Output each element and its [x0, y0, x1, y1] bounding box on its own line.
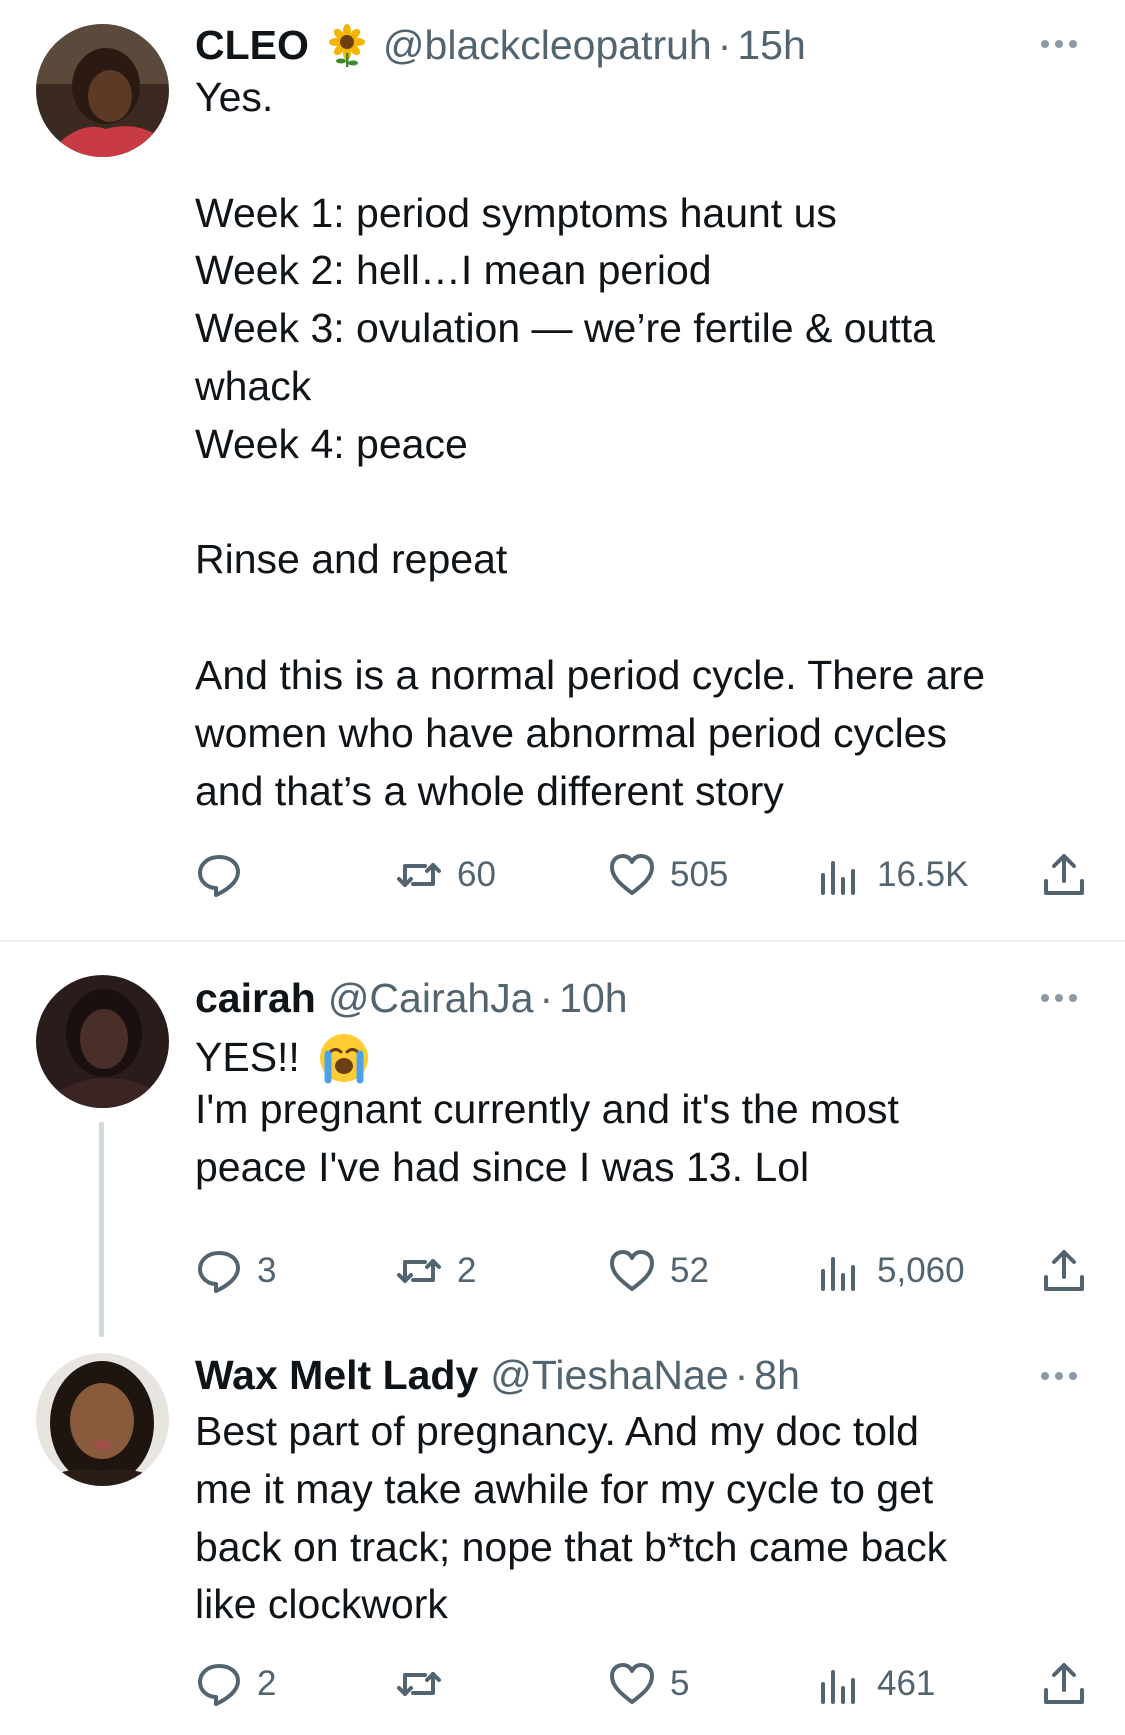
- retweet-icon: [397, 1259, 441, 1283]
- avatar-image: [36, 24, 169, 157]
- like-button[interactable]: 52: [608, 1246, 709, 1296]
- display-name[interactable]: Wax Melt Lady: [195, 1350, 478, 1400]
- timestamp[interactable]: 15h: [737, 20, 805, 70]
- reply-count: 3: [257, 1251, 277, 1290]
- view-count: 461: [877, 1664, 936, 1703]
- avatar-image: [36, 1353, 169, 1486]
- like-button[interactable]: 5: [608, 1659, 689, 1709]
- like-count: 505: [670, 855, 729, 894]
- view-count: 5,060: [877, 1251, 965, 1290]
- tweet-header: cairah @CairahJa · 10h: [195, 973, 628, 1023]
- retweet-button[interactable]: [395, 1659, 457, 1709]
- tweet-1[interactable]: CLEO @blackcleopatruh · 15h Yes. Week 1:…: [0, 0, 1125, 930]
- retweet-icon: [397, 863, 441, 887]
- views-icon: [821, 861, 855, 895]
- reply-button[interactable]: 3: [195, 1246, 276, 1296]
- reply-button[interactable]: 2: [195, 1659, 276, 1709]
- handle[interactable]: @blackcleopatruh: [383, 20, 712, 70]
- retweet-icon: [397, 1672, 441, 1696]
- tweet-text-first-line: YES!!: [195, 1029, 1095, 1087]
- tweet-header: CLEO @blackcleopatruh · 15h: [195, 20, 806, 70]
- views-button[interactable]: 461: [815, 1659, 935, 1709]
- sunflower-icon: [325, 23, 369, 67]
- more-options-icon[interactable]: [1037, 34, 1081, 54]
- reply-button[interactable]: [195, 850, 257, 900]
- reply-icon: [198, 855, 240, 897]
- handle[interactable]: @TieshaNae: [490, 1350, 728, 1400]
- tweet-header: Wax Melt Lady @TieshaNae · 8h: [195, 1350, 800, 1400]
- tweet-3[interactable]: Wax Melt Lady @TieshaNae · 8h Best part …: [0, 1342, 1125, 1735]
- avatar[interactable]: [36, 975, 169, 1108]
- tweet-text: Best part of pregnancy. And my doc told …: [195, 1408, 948, 1628]
- like-button[interactable]: 505: [608, 850, 728, 900]
- reply-count: 2: [257, 1664, 277, 1703]
- thread-line: [99, 1122, 104, 1337]
- tweet-actions: 2 5 461: [195, 1659, 1095, 1709]
- views-button[interactable]: 16.5K: [815, 850, 968, 900]
- handle[interactable]: @CairahJa: [328, 973, 534, 1023]
- share-button[interactable]: [1040, 1659, 1088, 1709]
- reply-icon: [198, 1664, 240, 1706]
- avatar-image: [36, 975, 169, 1108]
- heart-icon: [610, 1663, 654, 1704]
- timestamp[interactable]: 8h: [754, 1350, 800, 1400]
- reply-icon: [198, 1251, 240, 1293]
- retweet-button[interactable]: 60: [395, 850, 496, 900]
- loudly-crying-face-icon: [318, 1032, 370, 1084]
- retweet-count: 2: [457, 1251, 477, 1290]
- share-icon: [1044, 1250, 1084, 1291]
- separator-dot: ·: [734, 1352, 749, 1398]
- more-options-icon[interactable]: [1037, 1366, 1081, 1386]
- share-icon: [1044, 854, 1084, 895]
- avatar[interactable]: [36, 1353, 169, 1486]
- retweet-count: 60: [457, 855, 496, 894]
- tweet-actions: 3 2 52 5,060: [195, 1246, 1095, 1296]
- heart-icon: [610, 1250, 654, 1291]
- tweet-text: I'm pregnant currently and it's the most…: [195, 1086, 899, 1190]
- timestamp[interactable]: 10h: [559, 973, 627, 1023]
- like-count: 52: [670, 1251, 709, 1290]
- views-icon: [821, 1257, 855, 1291]
- more-options-icon[interactable]: [1037, 988, 1081, 1008]
- tweet-text: Yes. Week 1: period symptoms haunt us We…: [195, 74, 986, 814]
- tweet-2[interactable]: cairah @CairahJa · 10h YES!! I'm pregnan…: [0, 942, 1125, 1342]
- like-count: 5: [670, 1664, 690, 1703]
- views-button[interactable]: 5,060: [815, 1246, 965, 1296]
- separator-dot: ·: [717, 22, 732, 68]
- views-icon: [821, 1670, 855, 1704]
- display-name[interactable]: CLEO: [195, 20, 309, 70]
- tweet-actions: 60 505 16.5K: [195, 850, 1095, 900]
- retweet-button[interactable]: 2: [395, 1246, 476, 1296]
- display-name[interactable]: cairah: [195, 973, 316, 1023]
- share-button[interactable]: [1040, 1246, 1088, 1296]
- view-count: 16.5K: [877, 855, 969, 894]
- share-icon: [1044, 1663, 1084, 1704]
- avatar[interactable]: [36, 24, 169, 157]
- tweet-text-yes: YES!!: [195, 1034, 300, 1081]
- share-button[interactable]: [1040, 850, 1088, 900]
- heart-icon: [610, 854, 654, 895]
- separator-dot: ·: [539, 975, 554, 1021]
